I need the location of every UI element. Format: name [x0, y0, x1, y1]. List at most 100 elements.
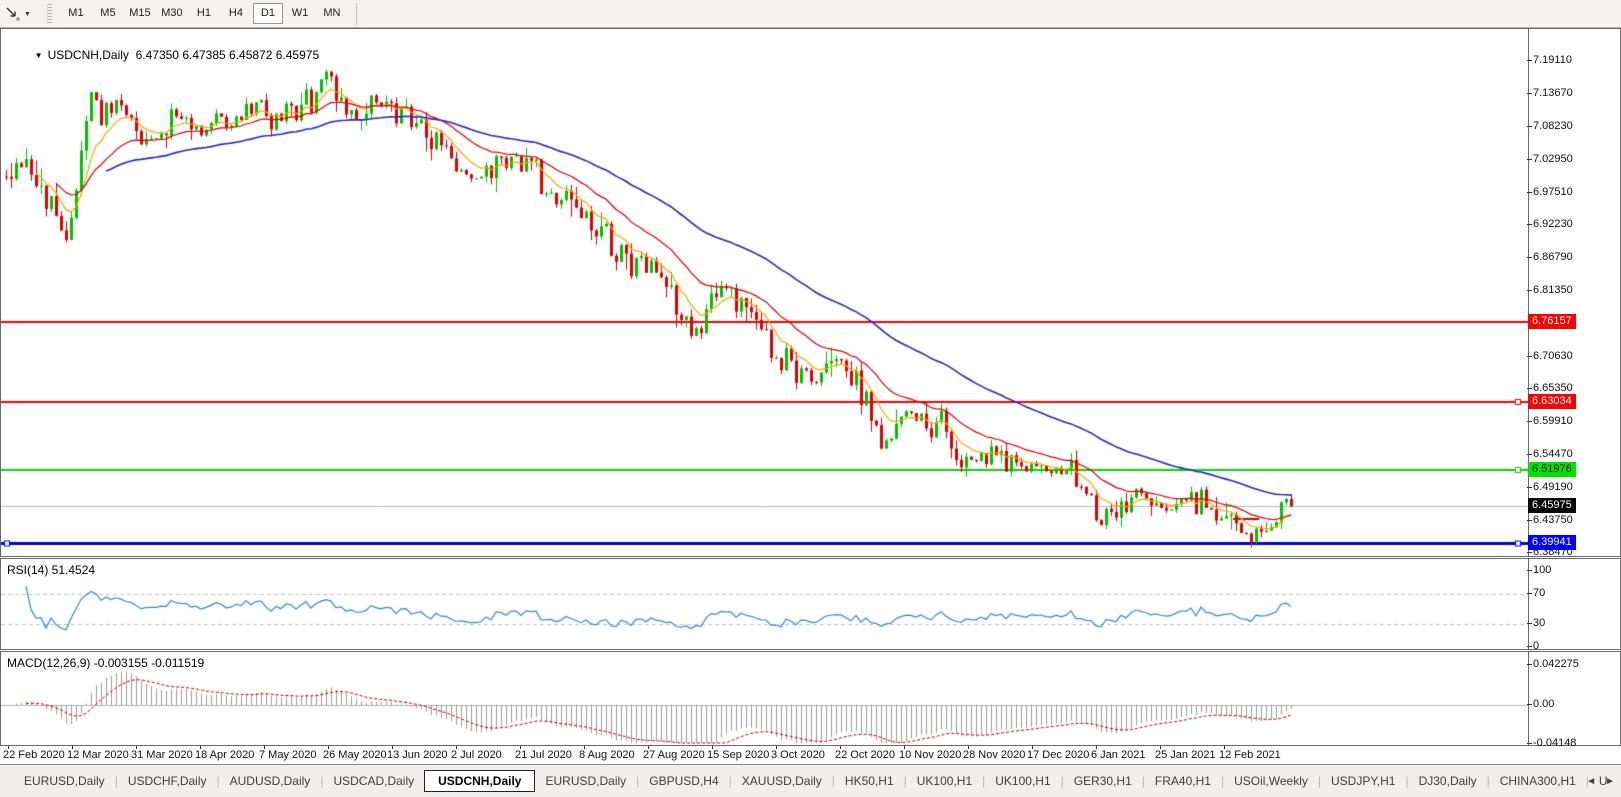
chart-tab-usdcad-daily[interactable]: USDCAD,Daily — [323, 771, 424, 791]
date-axis-label: 12 Feb 2021 — [1219, 749, 1281, 761]
chart-tab-usdchf-daily[interactable]: USDCHF,Daily — [118, 771, 217, 791]
chart-tab-usoil-weekly[interactable]: USOil,Weekly — [1224, 771, 1318, 791]
chart-tab-usdjpy-h1[interactable]: USDJPY,H1 — [1321, 771, 1405, 791]
price-chart-panel[interactable]: ▼ USDCNH,Daily 6.47350 6.47385 6.45872 6.… — [0, 28, 1621, 557]
level-price-label: 6.76157 — [1528, 314, 1576, 330]
date-axis-label: 10 Nov 2020 — [899, 749, 962, 761]
date-axis-label: 26 May 2020 — [323, 749, 387, 761]
toolbar-grip-handle[interactable] — [46, 3, 52, 24]
timeframe-button-w1[interactable]: W1 — [285, 3, 315, 24]
chart-tab-audusd-daily[interactable]: AUDUSD,Daily — [220, 771, 321, 791]
date-axis-label: 28 Nov 2020 — [963, 749, 1026, 761]
rsi-axis-tick — [1527, 570, 1532, 571]
tab-scroll-left-icon[interactable]: ◄ — [1586, 776, 1596, 787]
chart-tab-china300-h1[interactable]: CHINA300,H1 — [1490, 771, 1586, 791]
rsi-indicator-panel[interactable]: RSI(14) 51.4524 — [0, 558, 1621, 650]
price-chart-canvas[interactable] — [1, 29, 1528, 556]
chart-tab-xauusd-daily[interactable]: XAUUSD,Daily — [732, 771, 832, 791]
price-axis-tick — [1527, 192, 1532, 193]
price-axis-label: 7.08230 — [1533, 120, 1573, 133]
date-axis-label: 15 Sep 2020 — [707, 749, 770, 761]
chart-tab-hk50-h1[interactable]: HK50,H1 — [835, 771, 904, 791]
chart-tab-dj30-daily[interactable]: DJ30,Daily — [1409, 771, 1487, 791]
chart-tab-eurusd-daily[interactable]: EURUSD,Daily — [535, 771, 636, 791]
chart-title: ▼ USDCNH,Daily 6.47350 6.47385 6.45872 6.… — [8, 34, 319, 76]
rsi-axis-label: 0 — [1533, 640, 1540, 652]
timeframe-button-mn[interactable]: MN — [317, 3, 347, 24]
chart-tab-eurusd-daily[interactable]: EURUSD,Daily — [14, 771, 115, 791]
timeframe-button-m1[interactable]: M1 — [61, 3, 91, 24]
rsi-axis-label: 30 — [1533, 617, 1546, 630]
timeframe-button-row: M1 M5 M15 M30 H1 H4 D1 W1 MN — [60, 3, 348, 24]
rsi-axis-tick — [1527, 623, 1532, 624]
price-axis-label: 6.92230 — [1533, 217, 1573, 230]
price-axis-label: 7.19110 — [1533, 53, 1572, 66]
tab-scroll-right-icon[interactable]: ► — [1605, 776, 1615, 787]
price-axis-label: 6.70630 — [1533, 349, 1573, 362]
price-axis-label: 6.86790 — [1533, 251, 1573, 264]
rsi-canvas[interactable] — [1, 559, 1528, 649]
price-axis-tick — [1527, 454, 1532, 455]
date-axis-label: 3 Oct 2020 — [771, 749, 825, 761]
chart-tab-uk100-h1[interactable]: UK100,H1 — [907, 771, 982, 791]
collapse-arrow-icon[interactable]: ▼ — [35, 51, 43, 60]
date-axis-label: 2 Jul 2020 — [451, 749, 502, 761]
rsi-axis-label: 70 — [1533, 586, 1546, 599]
price-axis-tick — [1527, 126, 1532, 127]
timeframe-button-m30[interactable]: M30 — [157, 3, 187, 24]
chart-tab-usdcnh-daily-active[interactable]: USDCNH,Daily — [424, 770, 536, 792]
macd-indicator-label: MACD(12,26,9) -0.003155 -0.011519 — [7, 656, 205, 670]
rsi-indicator-label: RSI(14) 51.4524 — [7, 563, 96, 577]
timeframe-button-m5[interactable]: M5 — [93, 3, 123, 24]
price-axis-label: 6.49190 — [1533, 480, 1573, 493]
price-axis-label: 6.59910 — [1533, 415, 1573, 428]
date-axis-label: 27 Aug 2020 — [643, 749, 705, 761]
chart-tab-uk100-h1[interactable]: UK100,H1 — [985, 771, 1060, 791]
timeframe-button-h4[interactable]: H4 — [221, 3, 251, 24]
macd-axis-label: 0.00 — [1533, 698, 1555, 710]
chart-tab-bar: EURUSD,Daily | USDCHF,Daily | AUDUSD,Daily | U… — [0, 764, 1621, 797]
price-axis-border — [1528, 29, 1529, 556]
price-axis-label: 7.02950 — [1533, 152, 1573, 165]
date-axis-label: 22 Feb 2020 — [3, 749, 65, 761]
chart-tab-ger30-h1[interactable]: GER30,H1 — [1064, 771, 1142, 791]
rsi-axis-border — [1528, 559, 1529, 649]
macd-axis-border — [1528, 652, 1529, 745]
toolbar-separator — [355, 2, 357, 25]
rsi-axis-tick — [1527, 593, 1532, 594]
macd-canvas[interactable] — [1, 652, 1528, 745]
chart-tab-fra40-h1[interactable]: FRA40,H1 — [1145, 771, 1221, 791]
current-price-label: 6.45975 — [1528, 498, 1576, 514]
price-axis-tick — [1527, 421, 1532, 422]
date-axis-label: 17 Dec 2020 — [1027, 749, 1090, 761]
date-axis-label: 18 Apr 2020 — [195, 749, 255, 761]
date-axis-label: 13 Jun 2020 — [387, 749, 448, 761]
price-axis-tick — [1527, 356, 1532, 357]
level-price-label: 6.63034 — [1528, 394, 1576, 410]
timeframe-button-m15[interactable]: M15 — [125, 3, 155, 24]
chart-title-text: USDCNH,Daily 6.47350 6.47385 6.45872 6.4… — [47, 48, 320, 62]
level-price-label: 6.39941 — [1528, 535, 1576, 550]
macd-indicator-panel[interactable]: MACD(12,26,9) -0.003155 -0.011519 — [0, 651, 1621, 746]
timeframe-button-d1[interactable]: D1 — [252, 3, 283, 24]
macd-axis-label: -0.04148 — [1533, 737, 1577, 750]
date-axis: 22 Feb 2020 12 Mar 2020 31 Mar 2020 18 Apr … — [0, 746, 1621, 764]
price-axis-label: 6.65350 — [1533, 381, 1573, 394]
chart-tab-gbpusd-h4[interactable]: GBPUSD,H4 — [639, 771, 728, 791]
price-axis-tick — [1527, 290, 1532, 291]
chart-region: ▼ USDCNH,Daily 6.47350 6.47385 6.45872 6.… — [0, 28, 1621, 764]
date-axis-label: 8 Aug 2020 — [579, 749, 635, 761]
price-axis-tick — [1527, 159, 1532, 160]
cursor-tool-icon[interactable] — [4, 5, 22, 23]
rsi-axis-tick — [1527, 646, 1532, 647]
price-axis-tick — [1527, 257, 1532, 258]
macd-axis-tick — [1527, 743, 1532, 744]
level-price-label: 6.51976 — [1528, 461, 1576, 477]
date-axis-label: 25 Jan 2021 — [1155, 749, 1216, 761]
tool-dropdown-arrow-icon[interactable]: ▼ — [24, 11, 31, 18]
timeframe-button-h1[interactable]: H1 — [189, 3, 219, 24]
price-axis-tick — [1527, 520, 1532, 521]
price-axis-tick — [1527, 388, 1532, 389]
date-axis-label: 21 Jul 2020 — [515, 749, 572, 761]
macd-axis-tick — [1527, 704, 1532, 705]
